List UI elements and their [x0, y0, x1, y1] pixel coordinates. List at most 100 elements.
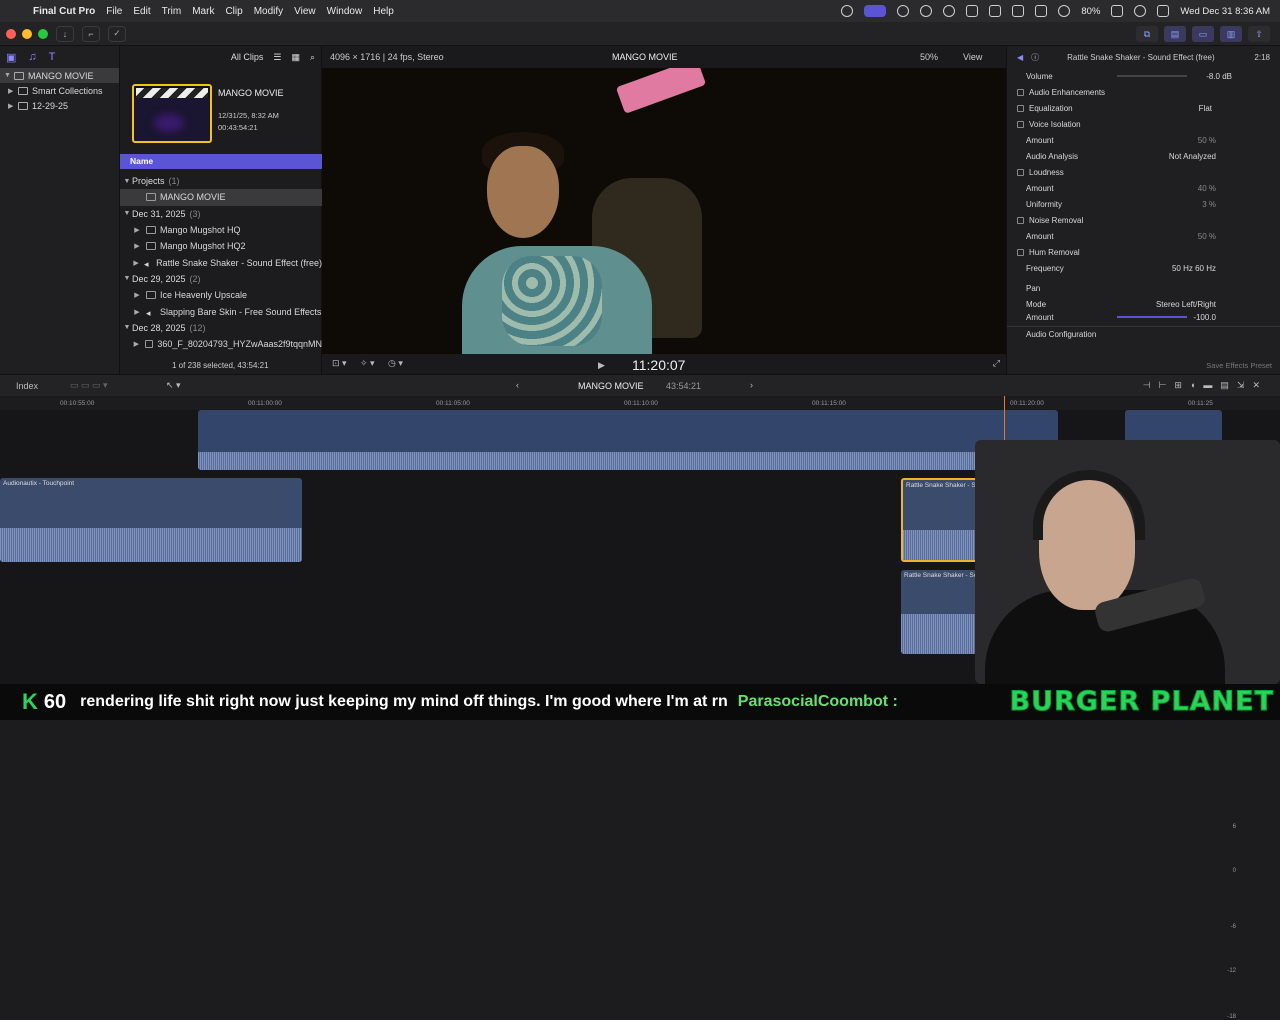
disclosure-icon[interactable]: ▶ [132, 291, 142, 299]
disclosure-icon[interactable]: ▼ [122, 210, 132, 217]
list-group[interactable]: ▼ Dec 28, 2025 (12) [120, 320, 322, 336]
battery-icon[interactable] [1111, 5, 1124, 17]
checkbox[interactable] [1017, 168, 1024, 176]
audio-analysis-row[interactable]: Audio Analysis Not Analyzed [1007, 148, 1280, 164]
checkbox[interactable] [1017, 104, 1024, 112]
project-thumbnail[interactable] [132, 84, 212, 143]
list-item[interactable]: MANGO MOVIE [120, 189, 322, 206]
clock[interactable]: Wed Dec 31 8:36 AM [1180, 6, 1270, 17]
voice-isolation-row[interactable]: Voice Isolation [1007, 116, 1280, 132]
volume-slider[interactable] [1117, 75, 1187, 77]
pan-mode-value[interactable]: Stereo Left/Right [1156, 300, 1216, 309]
pan-amount-row[interactable]: Amount -100.0 [1007, 312, 1280, 322]
disclosure-icon[interactable]: ▼ [122, 275, 132, 282]
edit-tools-icon[interactable]: ▭ ▭ ▭ ▾ [70, 380, 108, 391]
menu-help[interactable]: Help [372, 6, 395, 17]
list-item[interactable]: ▶ Ice Heavenly Upscale [120, 287, 322, 303]
section-toggle[interactable] [1017, 88, 1024, 96]
amount-row[interactable]: Amount 50 % [1007, 228, 1280, 244]
timeline-toggle-icon[interactable]: ▭ [1192, 26, 1214, 42]
control-center-icon[interactable] [1157, 5, 1170, 17]
background-tasks-icon[interactable]: ✓ [108, 25, 126, 42]
menu-modify[interactable]: Modify [253, 6, 284, 17]
menu-app[interactable]: Final Cut Pro [32, 6, 96, 17]
noise-removal-row[interactable]: Noise Removal [1007, 212, 1280, 228]
disclosure-icon[interactable]: ▼ [4, 72, 14, 79]
keywords-icon[interactable]: ⌐ [82, 25, 100, 42]
transform-icon[interactable]: ⊡ ▾ [332, 358, 347, 369]
import-icon[interactable]: ↓ [56, 25, 74, 42]
zoom-menu[interactable]: 50% [920, 52, 938, 62]
menu-trim[interactable]: Trim [161, 6, 183, 17]
timecode-display[interactable]: 11:20:07 [632, 357, 685, 373]
menu-view[interactable]: View [293, 6, 317, 17]
pan-header[interactable]: Pan [1007, 280, 1280, 296]
libraries-icon[interactable]: ▣ [6, 51, 16, 64]
audio-configuration-row[interactable]: Audio Configuration [1007, 326, 1280, 342]
disclosure-icon[interactable]: ▶ [8, 102, 18, 110]
event-thumbnail-row[interactable]: MANGO MOVIE 12/31/25, 8:32 AM 00:43:54:21 [132, 84, 322, 144]
list-item[interactable]: ▶ ◂ Rattle Snake Shaker - Sound Effect (fr… [120, 254, 322, 270]
disclosure-icon[interactable]: ▶ [132, 259, 140, 267]
loudness-row[interactable]: Loudness [1007, 164, 1280, 180]
timeline-project-name[interactable]: MANGO MOVIE [578, 381, 644, 391]
music-clip[interactable]: Audionautix - Touchpoint [0, 478, 302, 562]
wifi-icon[interactable] [1058, 5, 1071, 17]
menu-mark[interactable]: Mark [191, 6, 215, 17]
row-value[interactable]: Flat [1199, 104, 1212, 113]
smart-collections-item[interactable]: ▶ Smart Collections [0, 83, 119, 98]
event-item[interactable]: ▶ 12-29-25 [0, 98, 119, 113]
row-value[interactable]: 50 % [1198, 232, 1216, 241]
select-tool-icon[interactable]: ↖ ▾ [166, 380, 181, 391]
amount-row[interactable]: Amount 50 % [1007, 132, 1280, 148]
list-item[interactable]: ▶ 360_F_80204793_HYZwAaas2f9tqqnMN [120, 336, 322, 352]
list-item[interactable]: ▶ ◂ Slapping Bare Skin - Free Sound Effect… [120, 303, 322, 319]
pan-amount-value[interactable]: -100.0 [1193, 313, 1216, 322]
disclosure-icon[interactable]: ▶ [132, 308, 142, 316]
status-icon[interactable] [920, 5, 933, 17]
list-group[interactable]: ▼ Dec 29, 2025 (2) [120, 271, 322, 287]
volume-value[interactable]: -8.0 dB [1206, 72, 1232, 81]
globe-icon[interactable] [897, 5, 910, 17]
clip-appearance-icon[interactable]: ▦ [291, 52, 300, 63]
titles-generators-icon[interactable]: T [49, 51, 56, 63]
pan-slider[interactable] [1117, 316, 1187, 318]
disclosure-icon[interactable]: ▶ [8, 87, 18, 95]
uniformity-row[interactable]: Uniformity 3 % [1007, 196, 1280, 212]
checkbox[interactable] [1017, 216, 1024, 224]
enhance-icon[interactable]: ✧ ▾ [360, 358, 375, 369]
share-export-icon[interactable]: ⇧ [1248, 26, 1270, 42]
play-icon[interactable] [943, 5, 956, 17]
timeline-ruler[interactable]: 00:10:55:00 00:11:00:00 00:11:05:00 00:1… [0, 396, 1280, 410]
timeline-view-icons[interactable]: ⊣⊢⊞◖▬▤⇲✕ [1143, 380, 1268, 391]
status-icon[interactable] [841, 5, 854, 17]
row-value[interactable]: 3 % [1202, 200, 1216, 209]
status-icon[interactable] [1035, 5, 1048, 17]
library-item[interactable]: ▼ MANGO MOVIE [0, 68, 119, 83]
volume-icon[interactable] [966, 5, 979, 17]
list-group[interactable]: ▼ Dec 31, 2025 (3) [120, 206, 322, 222]
audio-inspector-icon[interactable]: ◀ [1017, 53, 1023, 62]
photos-audio-icon[interactable]: ♫ [28, 51, 36, 63]
list-group[interactable]: ▼ Projects (1) [120, 173, 322, 189]
screen-record-icon[interactable] [864, 5, 887, 17]
zoom-icon[interactable] [38, 28, 48, 39]
play-button[interactable]: ▶ [598, 360, 605, 371]
menu-file[interactable]: File [105, 6, 123, 17]
primary-storyline-clip[interactable] [198, 410, 1058, 470]
audio-enhancements-header[interactable]: Audio Enhancements [1007, 84, 1280, 100]
forward-icon[interactable]: › [750, 380, 753, 390]
pan-mode-row[interactable]: Mode Stereo Left/Right [1007, 296, 1280, 312]
equalization-row[interactable]: Equalization Flat [1007, 100, 1280, 116]
back-icon[interactable]: ‹ [516, 380, 519, 390]
status-icon[interactable] [989, 5, 1002, 17]
list-item[interactable]: ▶ Mango Mugshot HQ [120, 222, 322, 238]
menu-clip[interactable]: Clip [224, 6, 243, 17]
minimize-icon[interactable] [22, 28, 32, 39]
browser-toggle-icon[interactable]: ▤ [1164, 26, 1186, 42]
index-button[interactable]: Index [16, 381, 38, 391]
all-clips-filter[interactable]: All Clips [231, 52, 264, 62]
disclosure-icon[interactable]: ▼ [122, 178, 132, 185]
row-value[interactable]: 50 Hz 60 Hz [1172, 264, 1216, 273]
hum-removal-row[interactable]: Hum Removal [1007, 244, 1280, 260]
